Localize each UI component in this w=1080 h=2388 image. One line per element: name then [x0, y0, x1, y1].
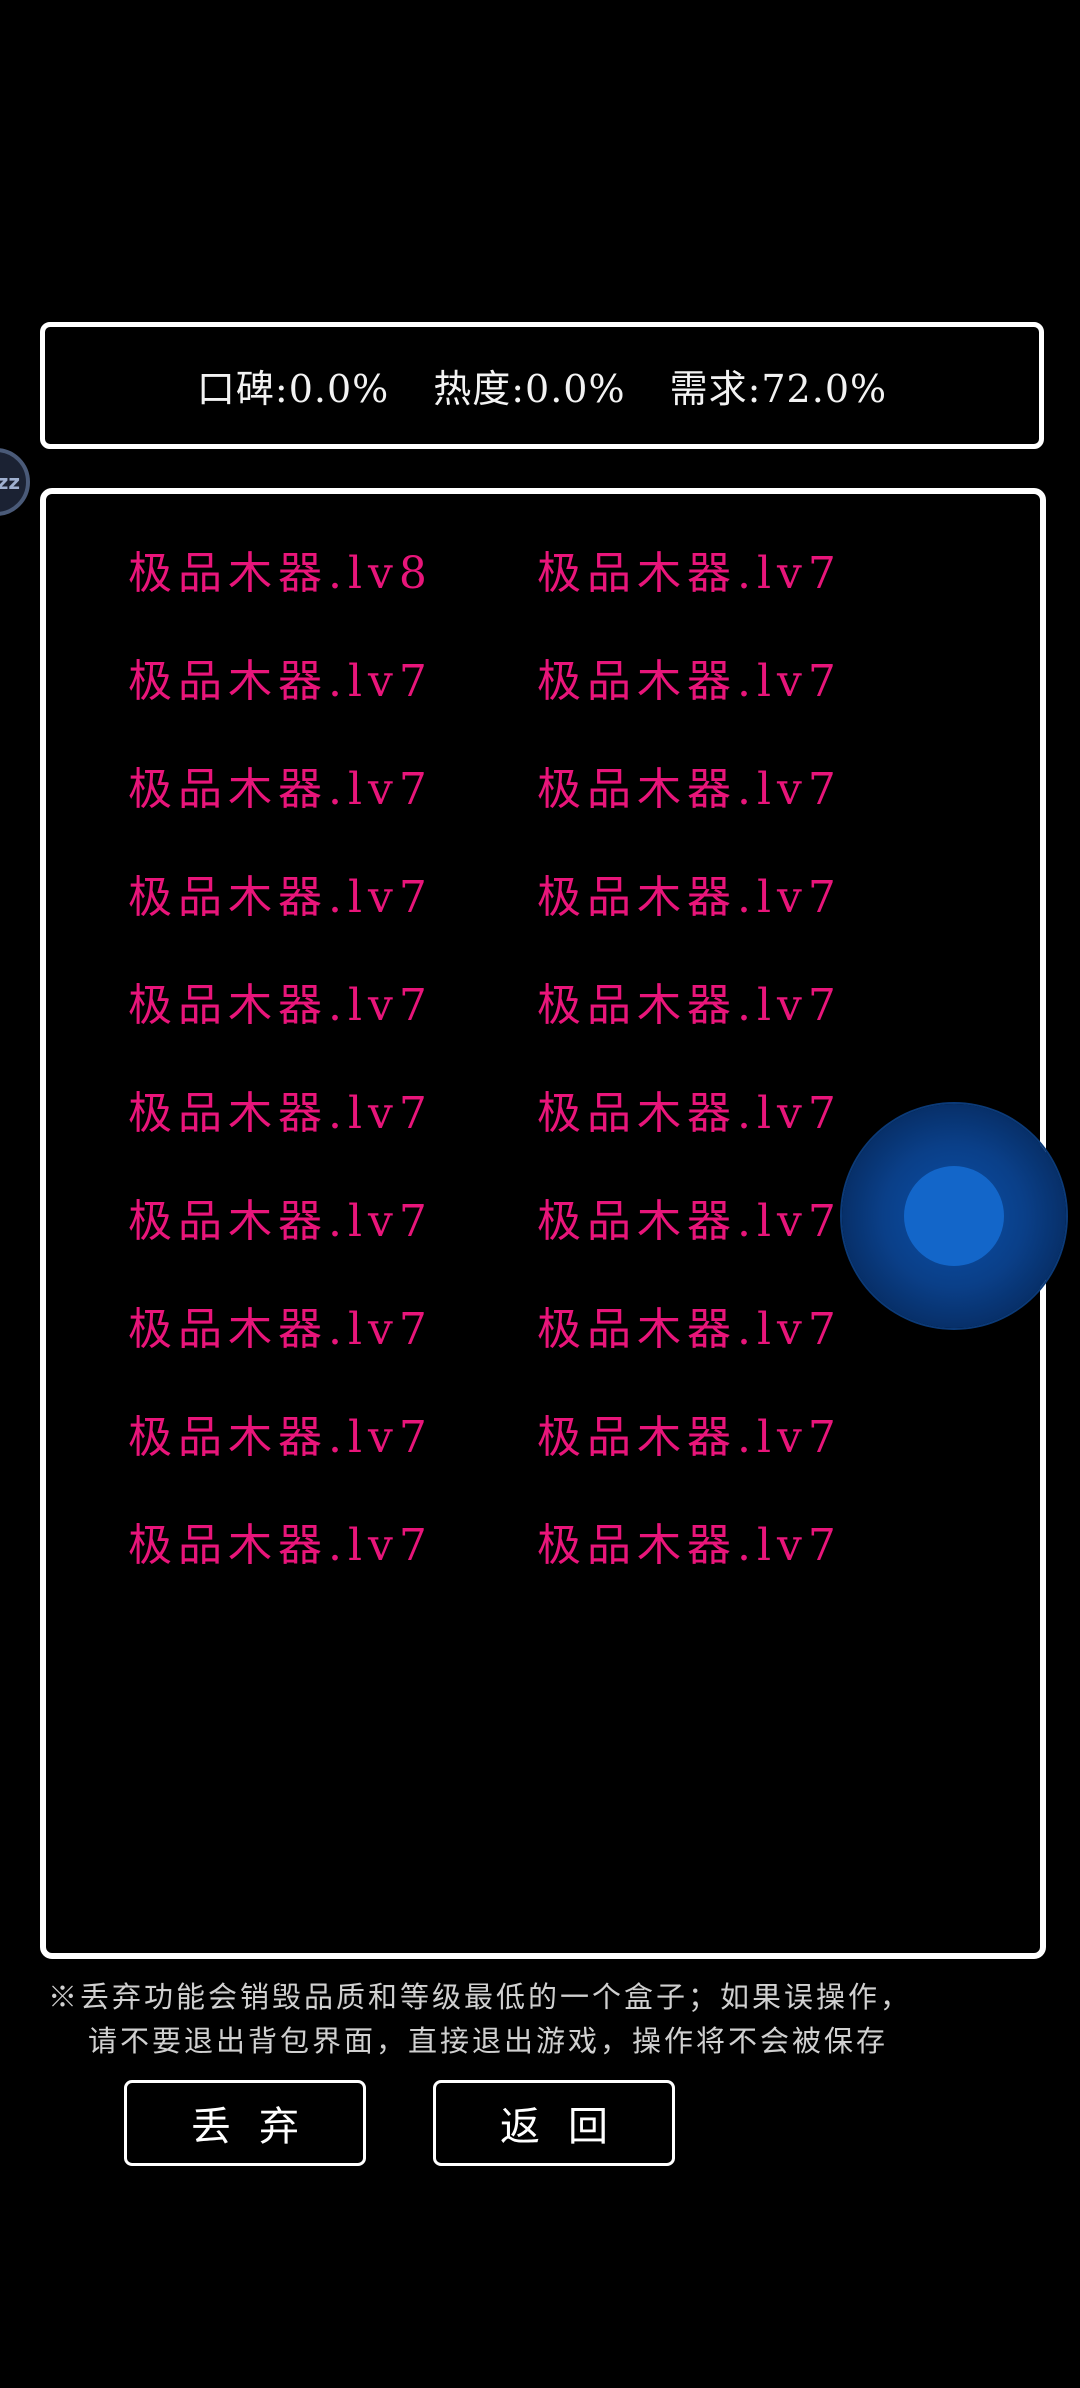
return-button[interactable]: 返回 — [433, 2080, 675, 2166]
joystick-knob[interactable] — [904, 1166, 1004, 1266]
inventory-item[interactable]: 极品木器.lv7 — [537, 765, 837, 873]
notice-line-2: 请不要退出背包界面，直接退出游戏，操作将不会被保存 — [88, 2024, 889, 2058]
inventory-item[interactable]: 极品木器.lv7 — [537, 1305, 837, 1413]
inventory-item[interactable]: 极品木器.lv7 — [537, 1089, 837, 1197]
inventory-item[interactable]: 极品木器.lv7 — [537, 1413, 837, 1521]
inventory-item[interactable]: 极品木器.lv7 — [128, 981, 537, 1089]
return-button-label: 返回 — [500, 2104, 636, 2150]
stats-row: 口碑:0.0% 热度:0.0% 需求:72.0% — [197, 358, 887, 413]
inventory-item[interactable]: 极品木器.lv7 — [128, 1521, 537, 1629]
sleep-icon[interactable]: zz — [0, 448, 30, 516]
discard-button-label: 丢弃 — [191, 2104, 327, 2150]
inventory-item[interactable]: 极品木器.lv7 — [128, 873, 537, 981]
demand-stat: 需求:72.0% — [669, 367, 888, 411]
side-badge-label: zz — [0, 470, 20, 494]
heat-stat: 热度:0.0% — [433, 367, 626, 411]
notice-line-1: ※丢弃功能会销毁品质和等级最低的一个盒子；如果误操作， — [48, 1980, 913, 2014]
inventory-item[interactable]: 极品木器.lv7 — [537, 1197, 837, 1305]
stats-panel: 口碑:0.0% 热度:0.0% 需求:72.0% — [40, 322, 1044, 449]
discard-button[interactable]: 丢弃 — [124, 2080, 366, 2166]
inventory-grid: 极品木器.lv8 极品木器.lv7 极品木器.lv7 极品木器.lv7 极品木器… — [128, 549, 837, 1629]
inventory-item[interactable]: 极品木器.lv7 — [128, 1305, 537, 1413]
discard-notice: ※丢弃功能会销毁品质和等级最低的一个盒子；如果误操作， 请不要退出背包界面，直接… — [48, 1975, 1038, 2063]
inventory-item[interactable]: 极品木器.lv7 — [537, 549, 837, 657]
inventory-item[interactable]: 极品木器.lv7 — [128, 657, 537, 765]
inventory-item[interactable]: 极品木器.lv7 — [128, 765, 537, 873]
inventory-item[interactable]: 极品木器.lv7 — [537, 981, 837, 1089]
inventory-item[interactable]: 极品木器.lv7 — [537, 657, 837, 765]
inventory-item[interactable]: 极品木器.lv7 — [128, 1089, 537, 1197]
inventory-item[interactable]: 极品木器.lv8 — [128, 549, 537, 657]
reputation-stat: 口碑:0.0% — [196, 367, 390, 411]
inventory-item[interactable]: 极品木器.lv7 — [537, 873, 837, 981]
inventory-item[interactable]: 极品木器.lv7 — [128, 1413, 537, 1521]
inventory-item[interactable]: 极品木器.lv7 — [128, 1197, 537, 1305]
inventory-item[interactable]: 极品木器.lv7 — [537, 1521, 837, 1629]
